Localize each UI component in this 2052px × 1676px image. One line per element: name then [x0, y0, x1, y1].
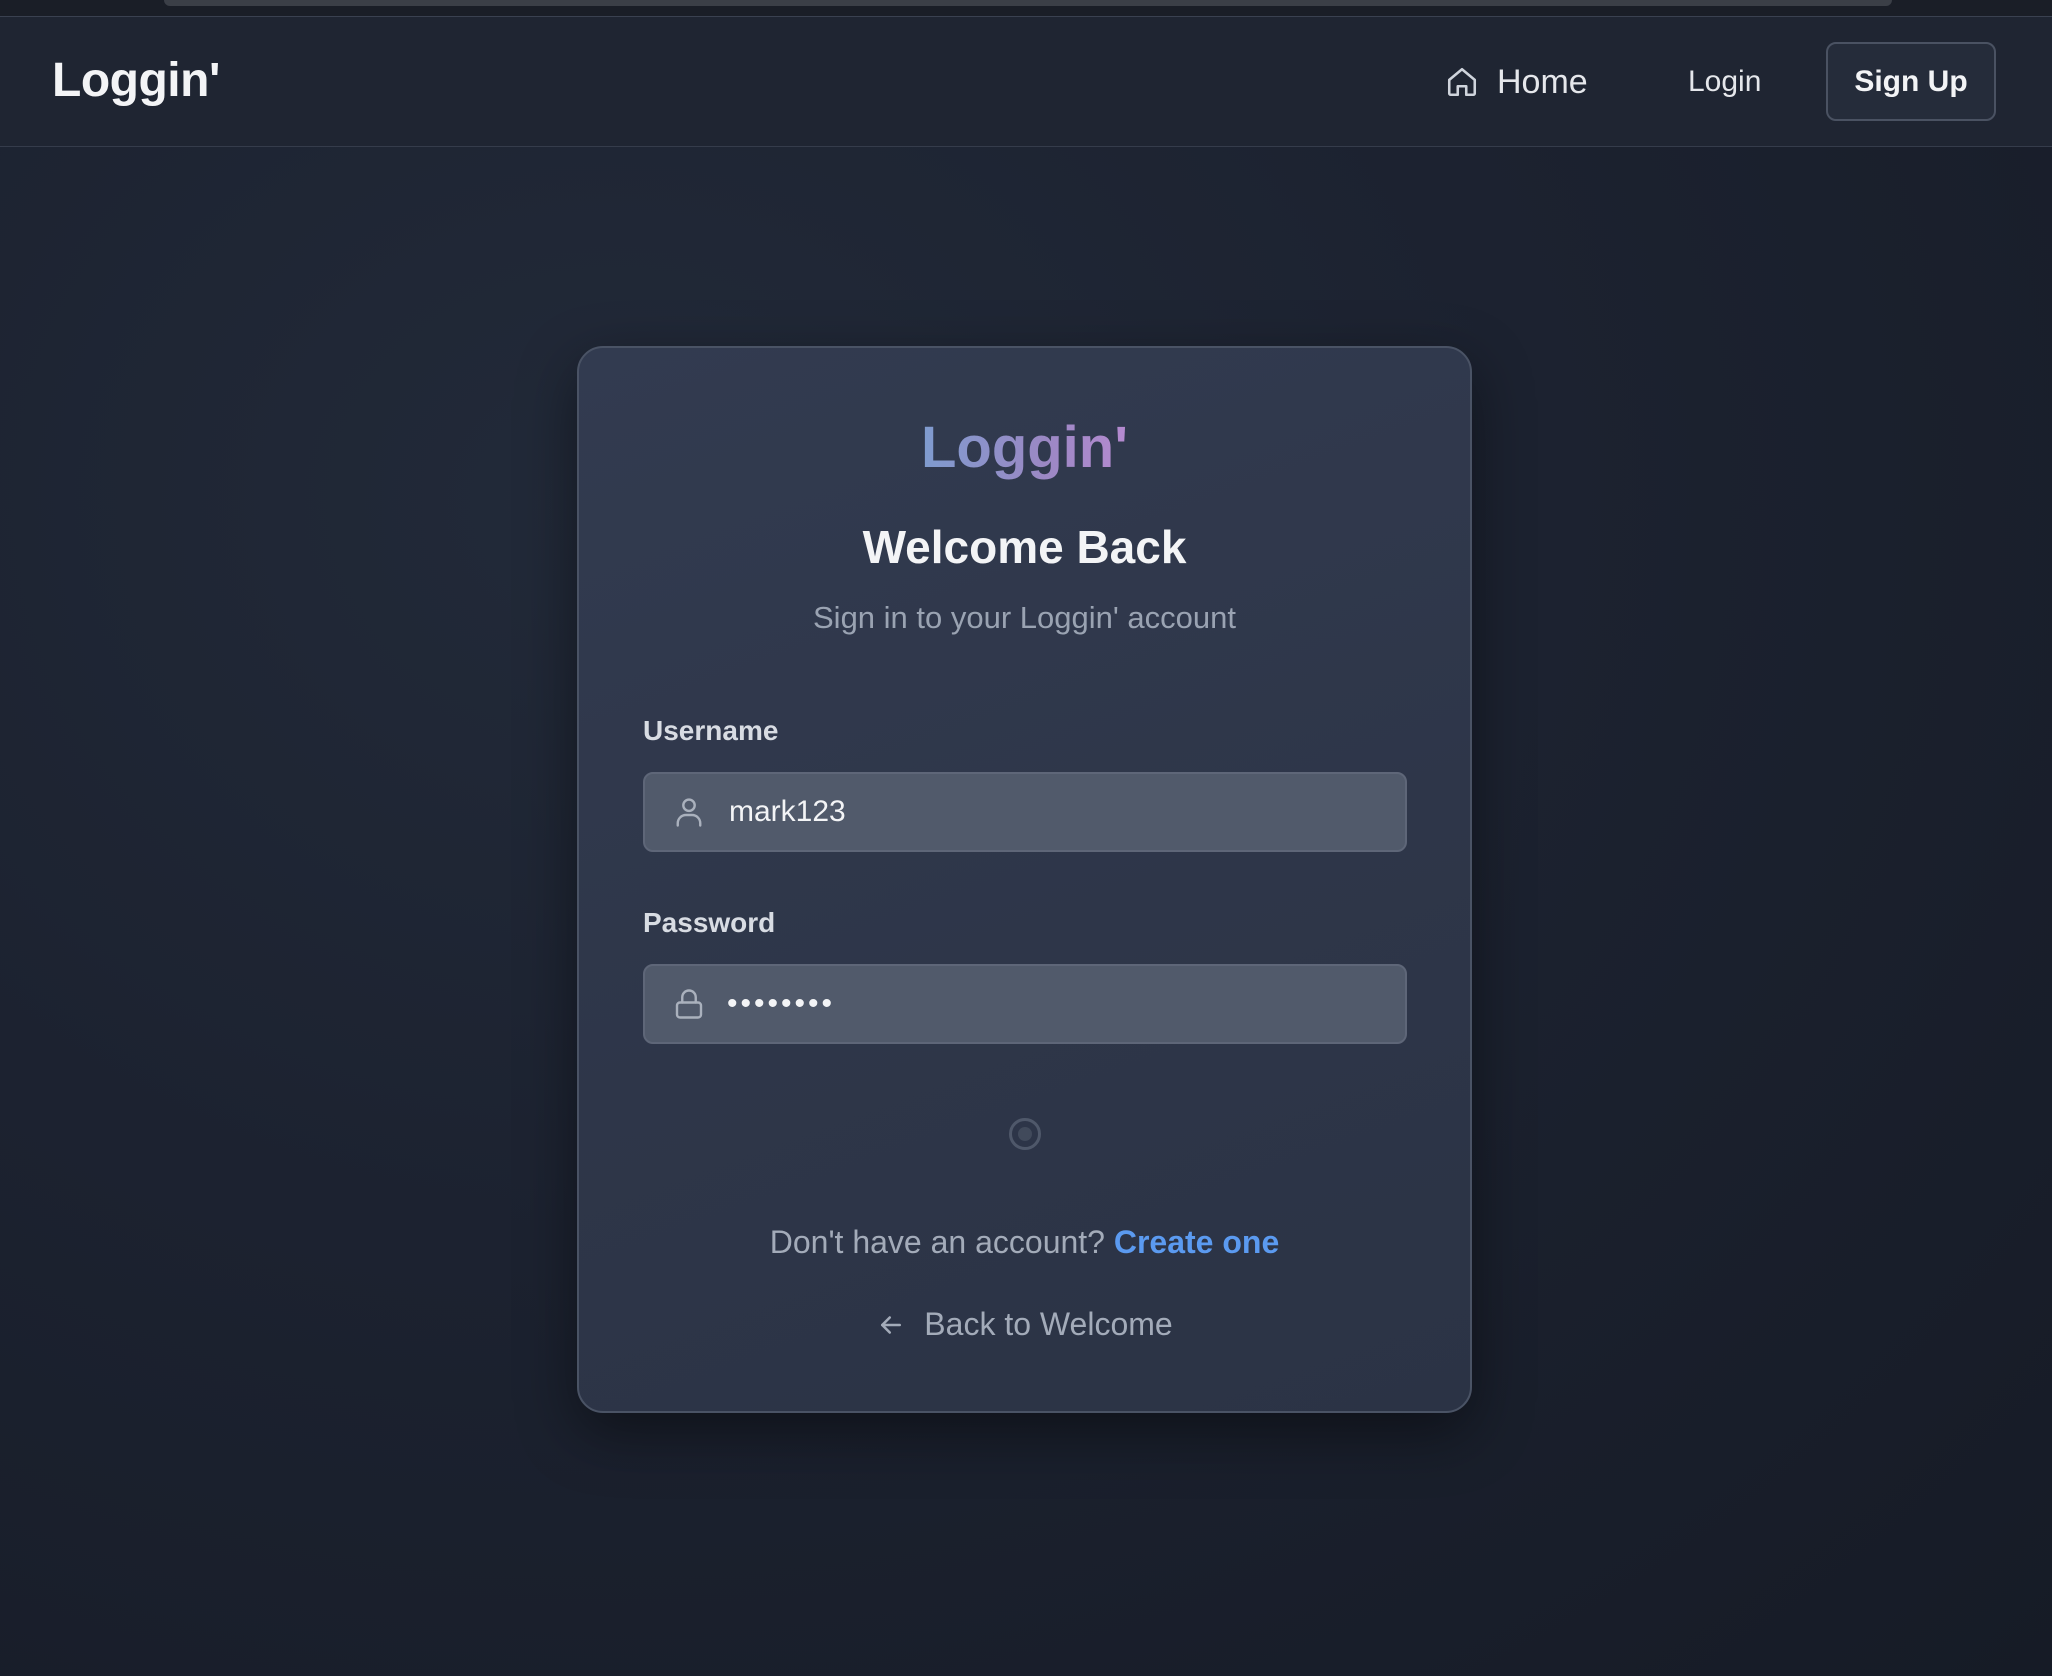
- nav-home-link[interactable]: Home: [1445, 57, 1588, 107]
- arrow-left-icon: [881, 1315, 902, 1334]
- login-card: Loggin' Welcome Back Sign in to your Log…: [577, 346, 1472, 1413]
- back-to-welcome-link[interactable]: Back to Welcome: [579, 1306, 1470, 1343]
- signup-prompt: Don't have an account? Create one: [579, 1224, 1470, 1261]
- home-icon: [1447, 67, 1477, 97]
- password-field[interactable]: ••••••••: [643, 964, 1407, 1044]
- password-input[interactable]: ••••••••: [727, 987, 1405, 1021]
- horizontal-scrollbar[interactable]: [164, 0, 1892, 6]
- no-account-text: Don't have an account?: [769, 1224, 1105, 1260]
- back-to-welcome-label: Back to Welcome: [924, 1306, 1173, 1342]
- password-label: Password: [643, 907, 776, 938]
- username-input[interactable]: [727, 773, 1405, 851]
- browser-top-strip: [0, 0, 2052, 17]
- username-field[interactable]: [643, 772, 1407, 852]
- lock-icon: [675, 989, 703, 1019]
- brand-logo[interactable]: Loggin': [52, 53, 220, 108]
- loading-spinner: [1009, 1118, 1041, 1150]
- page-title: Welcome Back: [862, 521, 1187, 573]
- nav-home-label: Home: [1497, 62, 1588, 101]
- create-account-link[interactable]: Create one: [1114, 1224, 1279, 1260]
- user-icon: [676, 798, 702, 827]
- navbar: Loggin' Home Login Sign Up: [0, 17, 2052, 147]
- username-label: Username: [643, 715, 779, 746]
- nav-login-link[interactable]: Login: [1688, 57, 1761, 107]
- signup-button[interactable]: Sign Up: [1826, 42, 1996, 121]
- page-subtitle: Sign in to your Loggin' account: [813, 600, 1236, 635]
- card-logo: Loggin': [579, 414, 1470, 481]
- card-logo-text: Loggin': [920, 415, 1129, 480]
